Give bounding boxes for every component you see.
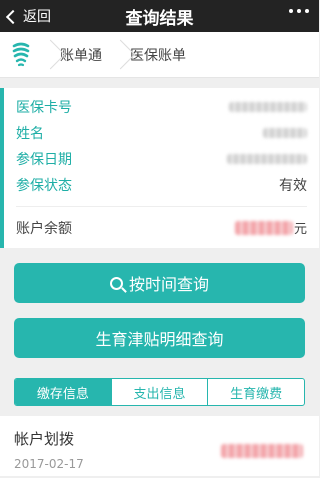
record-amount-redacted: [221, 444, 303, 458]
more-menu-icon[interactable]: [289, 9, 309, 13]
list-item[interactable]: 帐户划拨 2017-02-17: [0, 416, 319, 476]
enroll-date-value-redacted: [227, 154, 307, 164]
record-date: 2017-02-17: [14, 457, 84, 471]
tab-expense-info[interactable]: 支出信息: [112, 379, 209, 405]
allowance-query-label: 生育津贴明细查询: [95, 330, 224, 349]
status-row: 参保状态 有效: [16, 172, 307, 198]
card-number-label: 医保卡号: [16, 100, 72, 116]
breadcrumb: 账单通 医保账单: [0, 32, 319, 78]
nav-bar: 返回 查询结果: [0, 0, 319, 32]
allowance-query-button[interactable]: 生育津贴明细查询: [14, 318, 305, 358]
chevron-left-icon: [5, 9, 21, 24]
card-number-value-redacted: [229, 102, 307, 112]
balance-label: 账户余额: [16, 220, 72, 237]
enroll-date-label: 参保日期: [16, 152, 72, 168]
enroll-date-row: 参保日期: [16, 146, 307, 172]
name-value-redacted: [263, 128, 307, 138]
account-info-card: 医保卡号 姓名 参保日期 参保状态 有效 账户余额 元: [0, 88, 319, 248]
balance-unit: 元: [293, 222, 307, 237]
name-row: 姓名: [16, 120, 307, 146]
search-icon: [109, 276, 123, 290]
time-query-button[interactable]: 按时间查询: [14, 263, 305, 303]
name-label: 姓名: [16, 126, 44, 142]
status-value: 有效: [279, 178, 307, 194]
tab-bar: 缴存信息 支出信息 生育缴费: [14, 378, 305, 406]
balance-row: 账户余额 元: [16, 206, 307, 248]
back-label: 返回: [23, 9, 51, 25]
tab-deposit-info[interactable]: 缴存信息: [15, 379, 112, 405]
back-button[interactable]: 返回: [0, 6, 51, 26]
status-label: 参保状态: [16, 178, 72, 194]
tab-maternity-payment[interactable]: 生育缴费: [208, 379, 304, 405]
balance-value-redacted: [234, 220, 293, 235]
card-number-row: 医保卡号: [16, 94, 307, 120]
time-query-label: 按时间查询: [128, 275, 209, 294]
